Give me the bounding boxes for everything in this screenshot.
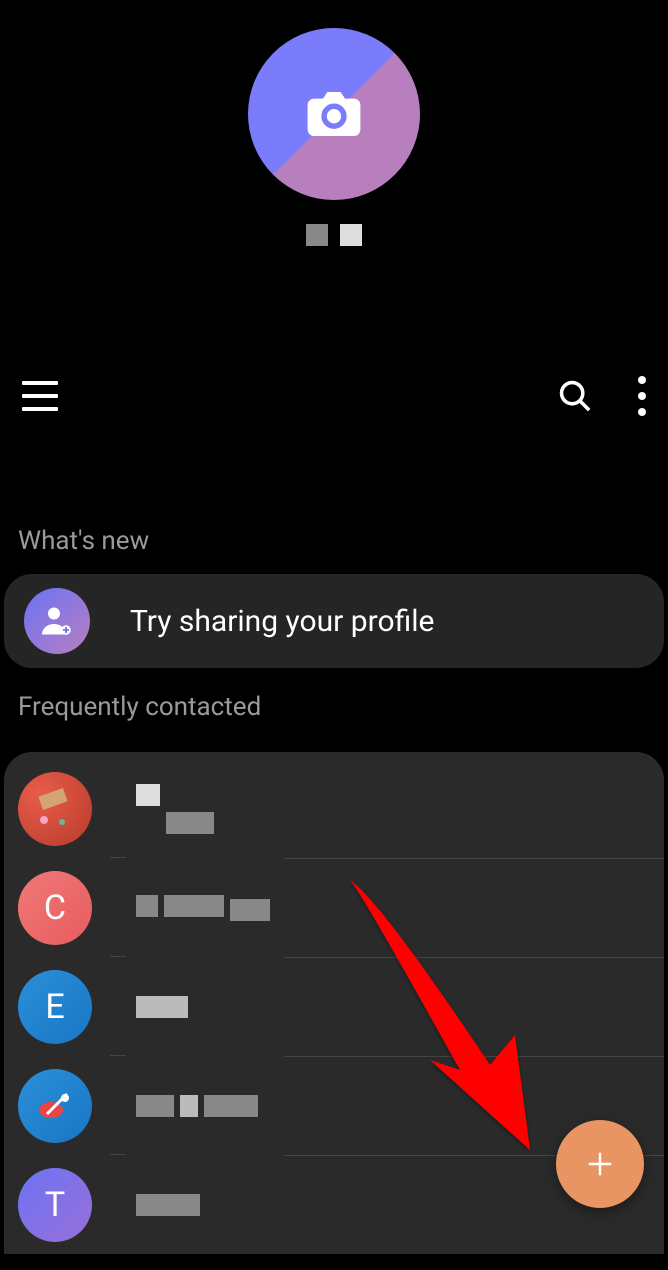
avatar: C — [18, 871, 92, 945]
list-item[interactable] — [4, 760, 664, 858]
avatar — [18, 772, 92, 846]
avatar: T — [18, 1168, 92, 1242]
avatar: E — [18, 970, 92, 1044]
plus-icon — [585, 1149, 615, 1179]
profile-header — [0, 0, 668, 246]
list-item[interactable]: E — [4, 958, 664, 1056]
share-profile-card[interactable]: Try sharing your profile — [4, 574, 664, 668]
camera-icon — [307, 92, 361, 136]
toolbar — [0, 246, 668, 426]
hamburger-icon[interactable] — [22, 381, 58, 411]
section-frequently-contacted: Frequently contacted — [0, 668, 668, 740]
section-whats-new: What's new — [0, 426, 668, 574]
profile-avatar[interactable] — [248, 28, 420, 200]
index-letter: & — [0, 1254, 668, 1270]
contact-name-redacted — [136, 895, 270, 921]
list-item[interactable]: C — [4, 859, 664, 957]
contact-name-redacted — [136, 996, 188, 1018]
contact-name-redacted — [136, 1095, 258, 1117]
share-profile-text: Try sharing your profile — [130, 604, 434, 639]
profile-name-redacted — [306, 224, 362, 246]
avatar — [18, 1069, 92, 1143]
add-button[interactable] — [556, 1120, 644, 1208]
contact-name-redacted — [136, 1194, 200, 1216]
contact-name-redacted — [136, 784, 214, 834]
person-share-icon — [24, 588, 90, 654]
search-icon[interactable] — [558, 379, 592, 413]
more-icon[interactable] — [638, 376, 646, 416]
